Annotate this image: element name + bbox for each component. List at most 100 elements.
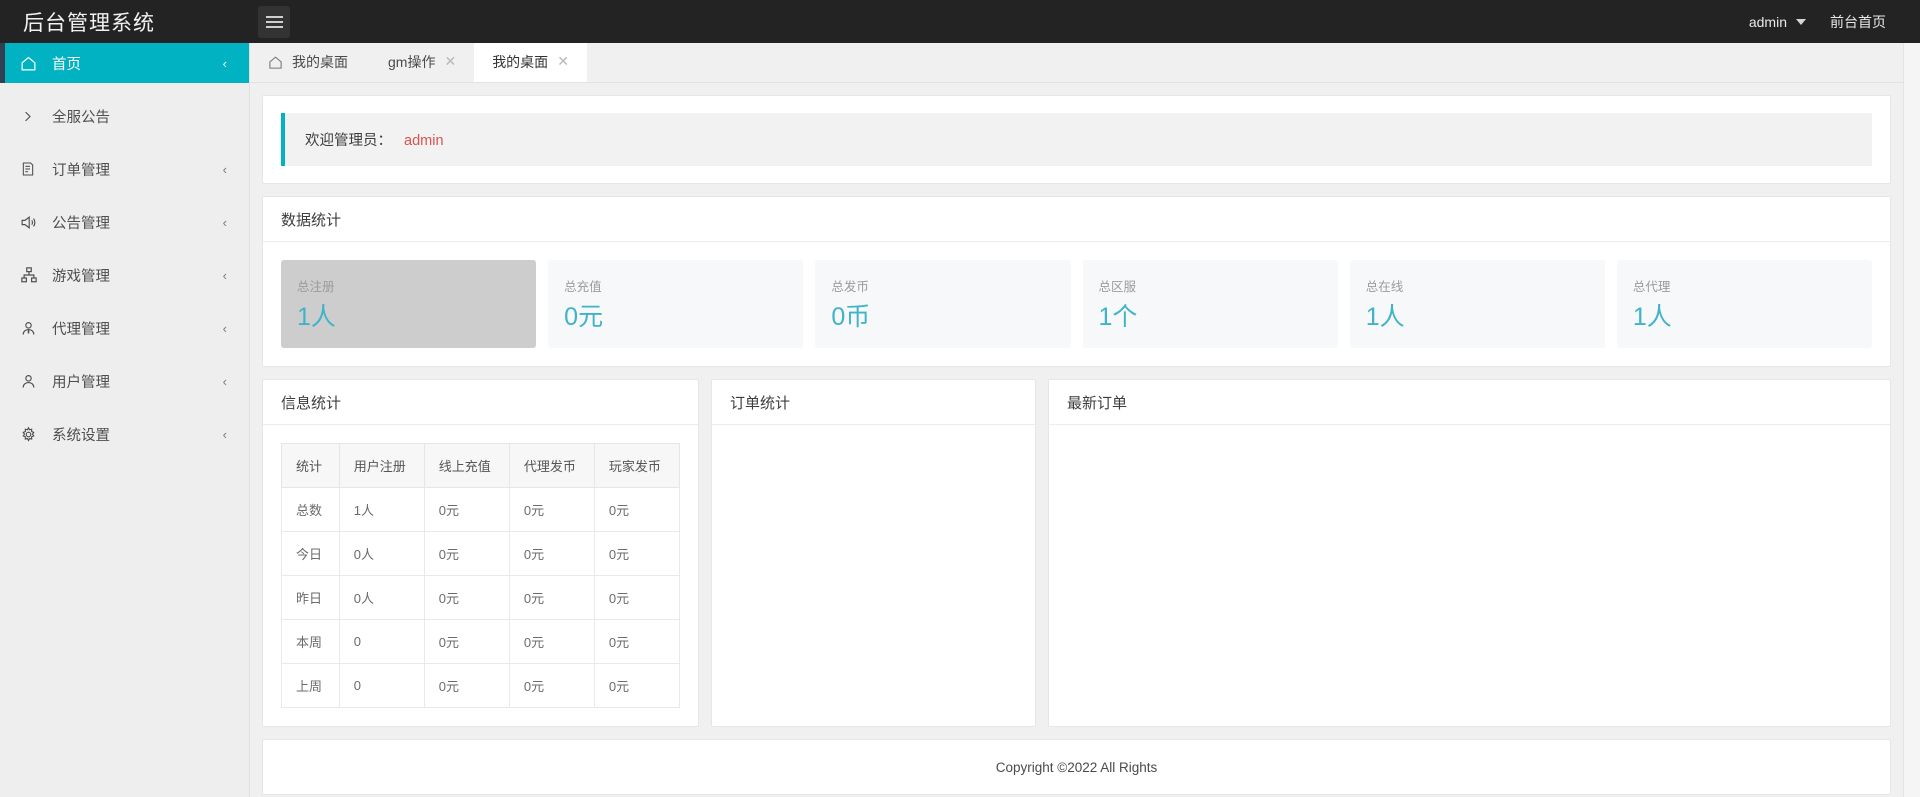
hamburger-icon[interactable]	[258, 5, 290, 38]
welcome-panel: 欢迎管理员： admin	[262, 95, 1891, 184]
table-body: 总数 1人 0元 0元 0元 今日 0人 0元 0元 0元 昨日 0人 0元 0…	[281, 487, 681, 708]
cell: 昨日	[281, 575, 340, 620]
sidebar-item-label: 用户管理	[52, 374, 110, 391]
column-header-player-coins: 玩家发币	[593, 443, 681, 488]
user-icon	[20, 373, 46, 390]
sidebar-item-home[interactable]: 首页 ‹	[0, 43, 249, 83]
stat-card-total-servers[interactable]: 总区服 1个	[1082, 260, 1338, 348]
info-statistics-title: 信息统计	[263, 380, 698, 425]
user-name-label: admin	[1748, 13, 1787, 30]
sidebar-item-game-management[interactable]: 游戏管理 ‹	[0, 255, 249, 295]
sidebar-item-system-settings[interactable]: 系统设置 ‹	[0, 414, 249, 454]
stat-label: 总代理	[1632, 280, 1671, 294]
cell: 总数	[281, 487, 340, 532]
latest-orders-body	[1049, 425, 1890, 647]
stat-label: 总发币	[831, 280, 869, 294]
stat-card-total-agents[interactable]: 总代理 1人	[1616, 260, 1873, 348]
cell: 0元	[508, 531, 595, 576]
stat-label: 总充值	[564, 280, 602, 294]
tab-my-desktop-active[interactable]: 我的桌面 ✕	[474, 42, 587, 82]
cell: 0元	[423, 487, 510, 532]
cell: 0人	[338, 575, 425, 620]
gear-icon	[20, 426, 46, 443]
table-row: 今日 0人 0元 0元 0元	[281, 531, 681, 576]
sidebar-item-user-management[interactable]: 用户管理 ‹	[0, 361, 249, 401]
data-statistics-panel: 数据统计 总注册 1人 总充值 0元 总发币 0币 总区服 1个 总在线 1人 …	[262, 196, 1891, 367]
sidebar-item-notice-management[interactable]: 公告管理 ‹	[0, 202, 249, 242]
table-row: 总数 1人 0元 0元 0元	[281, 487, 681, 532]
table-row: 上周 0 0元 0元 0元	[281, 663, 681, 708]
stats-row: 总注册 1人 总充值 0元 总发币 0币 总区服 1个 总在线 1人 总代理 1…	[281, 260, 1873, 348]
latest-orders-panel: 最新订单	[1048, 379, 1891, 727]
info-statistics-table: 统计 用户注册 线上充值 代理发币 玩家发币 总数 1人 0元 0元 0元 今日…	[281, 443, 681, 708]
chevron-left-icon: ‹	[222, 373, 227, 389]
stat-card-total-register[interactable]: 总注册 1人	[281, 260, 537, 348]
tab-label: 我的桌面	[292, 54, 348, 70]
home-icon	[20, 55, 46, 72]
brand-title: 后台管理系统	[23, 11, 155, 35]
cell: 0元	[593, 531, 681, 576]
cell: 今日	[281, 531, 340, 576]
welcome-message: 欢迎管理员： admin	[281, 113, 1872, 166]
stat-card-total-online[interactable]: 总在线 1人	[1349, 260, 1605, 348]
home-icon	[268, 55, 283, 70]
cell: 0元	[593, 487, 681, 532]
menu-spacer	[0, 242, 249, 255]
stat-value: 1人	[297, 303, 336, 331]
cell: 0元	[423, 619, 510, 664]
sidebar-item-label: 全服公告	[52, 109, 110, 126]
tab-label: gm操作	[388, 54, 436, 70]
menu-spacer	[0, 83, 249, 96]
main-content: 欢迎管理员： admin 数据统计 总注册 1人 总充值 0元 总发币 0币 总…	[250, 83, 1903, 797]
cell: 0元	[423, 575, 510, 620]
menu-spacer	[0, 295, 249, 308]
stat-value: 1人	[1365, 303, 1405, 331]
megaphone-icon	[20, 214, 46, 231]
cell: 0元	[593, 619, 681, 664]
sidebar-item-agent-management[interactable]: 代理管理 ‹	[0, 308, 249, 348]
data-statistics-body: 总注册 1人 总充值 0元 总发币 0币 总区服 1个 总在线 1人 总代理 1…	[263, 242, 1890, 366]
data-statistics-title: 数据统计	[263, 197, 1890, 242]
cell: 0人	[338, 531, 425, 576]
agent-user-icon	[20, 320, 46, 337]
stat-card-total-coins-issued[interactable]: 总发币 0币	[815, 260, 1071, 348]
cell: 0元	[593, 663, 681, 708]
stat-label: 总区服	[1098, 280, 1137, 294]
table-row: 本周 0 0元 0元 0元	[281, 619, 681, 664]
menu-spacer	[0, 136, 249, 149]
cell: 0元	[508, 663, 595, 708]
scrollbar-thumb[interactable]	[1906, 43, 1919, 403]
content-padding: 欢迎管理员： admin 数据统计 总注册 1人 总充值 0元 总发币 0币 总…	[250, 83, 1903, 795]
tab-label: 我的桌面	[492, 54, 549, 70]
sidebar-item-label: 订单管理	[52, 162, 110, 179]
column-header-stat: 统计	[281, 443, 340, 488]
footer-copyright: Copyright ©2022 All Rights	[262, 739, 1891, 795]
header-right-group: admin 前台首页	[1735, 0, 1920, 43]
column-header-agent-coins: 代理发币	[508, 443, 595, 488]
cell: 0元	[508, 575, 595, 620]
stat-value: 1个	[1098, 303, 1138, 331]
sitemap-icon	[20, 266, 46, 284]
vertical-scrollbar[interactable]	[1903, 43, 1920, 797]
table-row: 昨日 0人 0元 0元 0元	[281, 575, 681, 620]
stat-card-total-recharge[interactable]: 总充值 0元	[548, 260, 804, 348]
cell: 1人	[338, 487, 425, 532]
app-root: 后台管理系统 admin 前台首页 首页 ‹ 全服公告 订单管理 ‹ 公告管理 …	[0, 0, 1920, 797]
close-icon[interactable]: ✕	[444, 55, 456, 69]
info-statistics-body: 统计 用户注册 线上充值 代理发币 玩家发币 总数 1人 0元 0元 0元 今日…	[263, 425, 698, 726]
chevron-left-icon: ‹	[222, 55, 227, 71]
cell: 上周	[281, 663, 340, 708]
sidebar-item-order-management[interactable]: 订单管理 ‹	[0, 149, 249, 189]
column-header-user-register: 用户注册	[338, 443, 425, 488]
sidebar-item-label: 代理管理	[52, 321, 110, 338]
user-menu[interactable]: admin	[1735, 0, 1820, 43]
column-header-online-recharge: 线上充值	[423, 443, 510, 488]
menu-spacer	[0, 189, 249, 202]
front-page-link[interactable]: 前台首页	[1820, 0, 1896, 43]
sidebar: 首页 ‹ 全服公告 订单管理 ‹ 公告管理 ‹ 游戏管理 ‹ 代理管理 ‹ 用户…	[0, 43, 250, 797]
tab-gm-operation[interactable]: gm操作 ✕	[370, 42, 474, 82]
sidebar-item-announcement-all[interactable]: 全服公告	[0, 96, 249, 136]
tab-my-desktop-home[interactable]: 我的桌面	[250, 42, 370, 82]
close-icon[interactable]: ✕	[557, 55, 569, 69]
table-header-row: 统计 用户注册 线上充值 代理发币 玩家发币	[281, 443, 681, 488]
